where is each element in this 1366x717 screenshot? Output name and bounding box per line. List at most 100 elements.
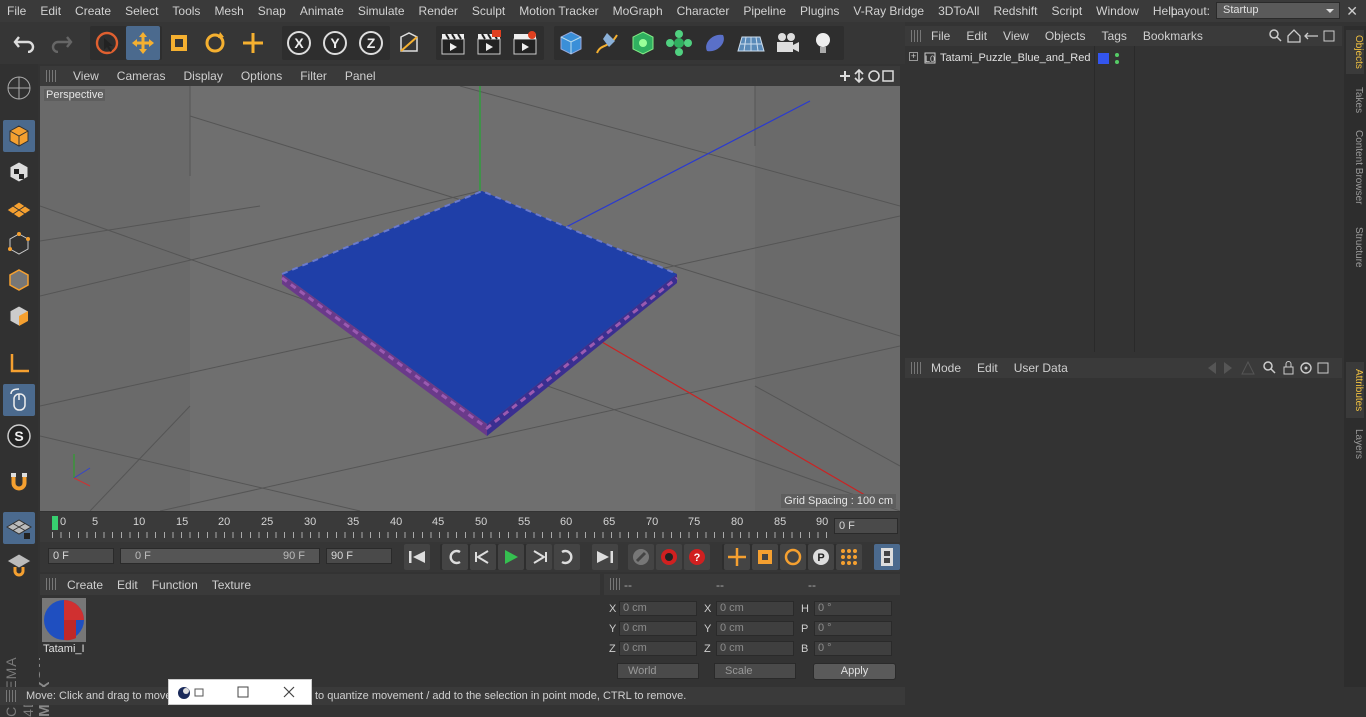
tab-takes[interactable]: Takes [1346,82,1364,118]
search-icon[interactable] [1263,361,1273,371]
menu-script[interactable]: Script [1044,0,1089,22]
z-axis-button[interactable]: Z [354,26,388,60]
close-icon[interactable] [283,686,295,698]
menu-redshift[interactable]: Redshift [986,0,1044,22]
key-pla-button[interactable] [836,544,862,570]
panel-grip-icon[interactable] [911,362,921,374]
menu-mograph[interactable]: MoGraph [606,0,670,22]
solo-button[interactable]: S [3,420,35,452]
menu-snap[interactable]: Snap [251,0,293,22]
menu-3dtoall[interactable]: 3DToAll [931,0,986,22]
play-button[interactable] [498,544,524,570]
new-window-icon[interactable] [1317,362,1329,374]
menu-vray-bridge[interactable]: V-Ray Bridge [846,0,931,22]
goto-end-button[interactable] [592,544,618,570]
viewport-menu-view[interactable]: View [64,69,108,83]
menu-mesh[interactable]: Mesh [207,0,250,22]
workplane-lock-button[interactable] [3,512,35,544]
autokey-button[interactable] [656,544,682,570]
camera-button[interactable] [770,26,804,60]
move-tool-button[interactable] [126,26,160,60]
make-editable-button[interactable] [3,72,35,104]
lock-icon[interactable] [1283,366,1294,375]
object-menu-file[interactable]: File [923,29,958,43]
viewport-menu-filter[interactable]: Filter [291,69,336,83]
viewport-nav-icons[interactable] [838,68,896,84]
menu-file[interactable]: File [0,0,33,22]
material-swatch[interactable]: Tatami_I [42,598,86,655]
object-menu-tags[interactable]: Tags [1094,29,1135,43]
object-menu-bookmarks[interactable]: Bookmarks [1135,29,1211,43]
key-scale-button[interactable] [752,544,778,570]
size-mode-dropdown[interactable]: Scale [714,663,796,679]
next-key-button[interactable] [554,544,580,570]
recent-tool-button[interactable] [236,26,270,60]
maximize-view-icon[interactable] [882,70,894,82]
menu-simulate[interactable]: Simulate [351,0,412,22]
orbit-icon[interactable] [868,70,880,82]
maximize-icon[interactable] [237,686,249,698]
position-y-field[interactable]: 0 cm [619,621,697,636]
tab-structure[interactable]: Structure [1346,222,1364,272]
cube-button[interactable] [554,26,588,60]
frame-range-slider[interactable]: 0 F 90 F [120,548,320,564]
key-rotation-button[interactable] [780,544,806,570]
column-divider[interactable] [1094,46,1095,352]
material-menu-function[interactable]: Function [145,578,205,592]
object-menu-view[interactable]: View [995,29,1037,43]
menu-window[interactable]: Window [1089,0,1146,22]
apply-button[interactable]: Apply [813,663,896,680]
x-axis-button[interactable]: X [282,26,316,60]
rotation-h-field[interactable]: 0 ° [814,601,892,616]
back-arrow-icon[interactable] [1208,362,1216,374]
viewport-menu-cameras[interactable]: Cameras [108,69,175,83]
pan-icon[interactable] [840,71,850,81]
snap-button[interactable] [3,466,35,498]
goto-start-button[interactable] [404,544,430,570]
menu-plugins[interactable]: Plugins [793,0,846,22]
timeline-ruler[interactable]: 0 5 10 15 20 25 30 35 40 45 50 55 60 65 … [40,512,900,542]
size-z-field[interactable]: 0 cm [716,641,794,656]
panel-grip-icon[interactable] [911,30,921,42]
object-name[interactable]: Tatami_Puzzle_Blue_and_Red [940,52,1090,64]
attribute-menu-user-data[interactable]: User Data [1006,361,1076,375]
search-icon[interactable] [1269,29,1279,39]
menu-tools[interactable]: Tools [165,0,207,22]
light-button[interactable] [806,26,840,60]
model-mode-button[interactable] [3,120,35,152]
coordinate-mode-dropdown[interactable]: World [617,663,699,679]
menu-edit[interactable]: Edit [33,0,68,22]
deformer-button[interactable] [698,26,732,60]
render-settings-button[interactable] [508,26,542,60]
menu-pipeline[interactable]: Pipeline [736,0,793,22]
column-divider[interactable] [1134,46,1135,352]
3d-viewport[interactable]: Perspective Grid Spacing : 100 cm [40,86,900,511]
rotation-b-field[interactable]: 0 ° [814,641,892,656]
menu-sculpt[interactable]: Sculpt [465,0,512,22]
menu-create[interactable]: Create [68,0,118,22]
y-axis-button[interactable]: Y [318,26,352,60]
tweak-mode-button[interactable] [3,384,35,416]
pen-spline-button[interactable] [590,26,624,60]
close-icon[interactable]: ✕ [1346,3,1358,20]
record-keys-button[interactable] [628,544,654,570]
menu-select[interactable]: Select [118,0,165,22]
edges-mode-button[interactable] [3,264,35,296]
object-row[interactable]: + L0 Tatami_Puzzle_Blue_and_Red [905,50,1342,68]
position-x-field[interactable]: 0 cm [619,601,697,616]
rotate-tool-button[interactable] [198,26,232,60]
live-selection-button[interactable] [90,26,124,60]
menu-render[interactable]: Render [412,0,465,22]
attribute-menu-edit[interactable]: Edit [969,361,1006,375]
playhead[interactable] [52,516,58,530]
object-menu-objects[interactable]: Objects [1037,29,1094,43]
redo-button[interactable] [44,26,78,60]
previous-frame-button[interactable] [470,544,496,570]
layer-color-swatch[interactable] [1098,53,1109,64]
frame-ruler[interactable]: 0 5 10 15 20 25 30 35 40 45 50 55 60 65 … [52,516,830,538]
material-menu-create[interactable]: Create [60,578,110,592]
camera-label[interactable]: Perspective [44,89,106,101]
texture-mode-button[interactable] [3,156,35,188]
next-frame-button[interactable] [526,544,552,570]
attribute-menu-mode[interactable]: Mode [923,361,969,375]
